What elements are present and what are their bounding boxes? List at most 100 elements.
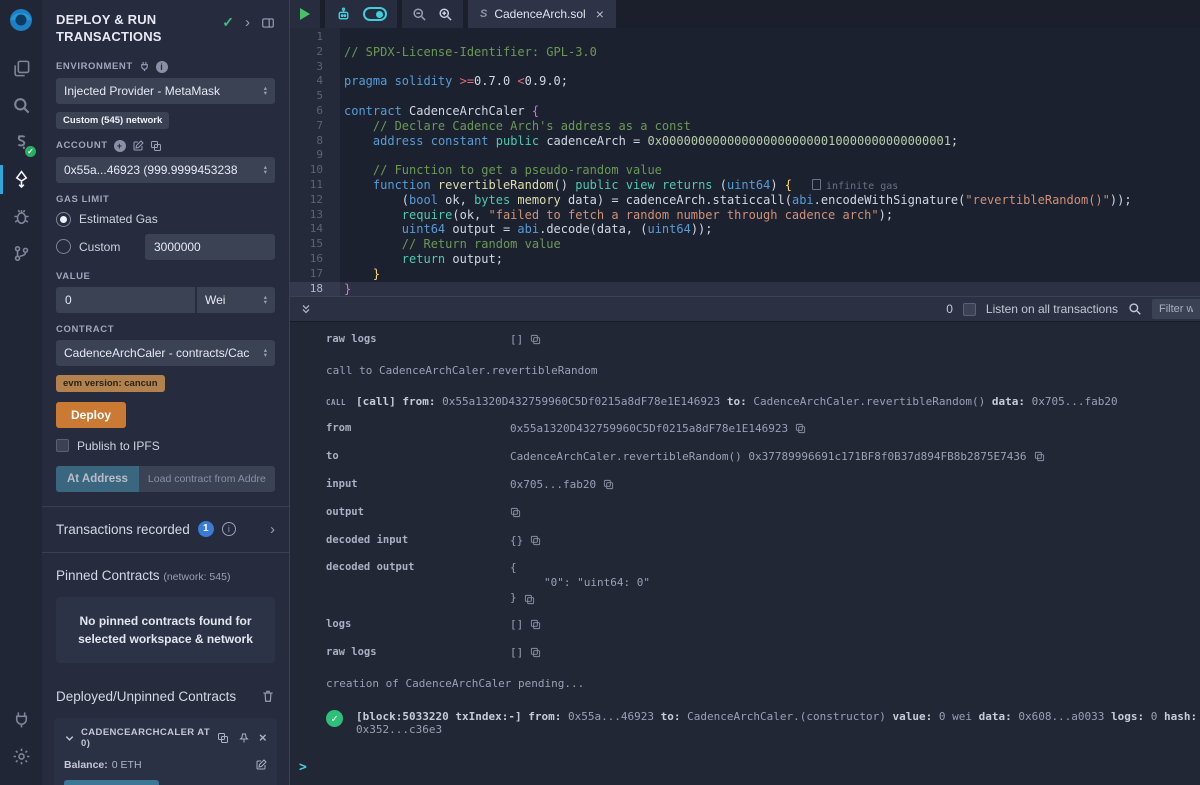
terminal-row-value: 0x705...fab20 bbox=[510, 476, 614, 493]
code-content: (bool ok, bytes memory data) = cadenceAr… bbox=[334, 193, 1132, 208]
run-script-icon[interactable] bbox=[300, 8, 310, 20]
copy-icon[interactable] bbox=[530, 334, 541, 345]
rail-item-plugin-manager-icon[interactable] bbox=[0, 701, 42, 738]
ai-copilot-robot-icon[interactable] bbox=[335, 6, 352, 23]
terminal-row-value bbox=[510, 504, 521, 518]
at-address-button[interactable]: At Address bbox=[56, 466, 139, 492]
line-number: 15 bbox=[290, 237, 334, 252]
code-line-13: 13 require(ok, "failed to fetch a random… bbox=[290, 208, 1200, 223]
copy-icon[interactable] bbox=[524, 594, 535, 605]
close-tab-icon[interactable]: × bbox=[596, 6, 604, 22]
remix-logo-icon[interactable] bbox=[6, 6, 36, 36]
copy-address-icon[interactable] bbox=[217, 732, 229, 744]
code-line-14: 14 uint64 output = abi.decode(data, (uin… bbox=[290, 222, 1200, 237]
copy-icon[interactable] bbox=[530, 619, 541, 630]
rail-item-search-icon[interactable] bbox=[0, 87, 42, 124]
copy-icon[interactable] bbox=[1034, 451, 1045, 462]
custom-gas-radio[interactable] bbox=[56, 239, 71, 254]
panel-forward-icon[interactable]: › bbox=[245, 17, 250, 29]
code-content: uint64 output = abi.decode(data, (uint64… bbox=[334, 222, 713, 237]
code-line-7: 7 // Declare Cadence Arch's address as a… bbox=[290, 119, 1200, 134]
value-input[interactable] bbox=[56, 287, 195, 313]
contract-function-button-cadencearch[interactable]: cadenceArch bbox=[64, 780, 159, 785]
rail-item-debugger-icon[interactable] bbox=[0, 198, 42, 235]
rail-item-git-branch-icon[interactable] bbox=[0, 235, 42, 272]
rail-item-file-explorer-icon[interactable] bbox=[0, 50, 42, 87]
value-unit-select[interactable]: Wei ▴▾ bbox=[197, 287, 275, 313]
copy-icon[interactable] bbox=[603, 479, 614, 490]
file-explorer-icon bbox=[12, 59, 31, 78]
tab-cadencearch-sol[interactable]: S CadenceArch.sol × bbox=[468, 0, 616, 28]
terminal-kv-row: toCadenceArchCaler.revertibleRandom() 0x… bbox=[290, 448, 1200, 465]
publish-ipfs-checkbox[interactable] bbox=[56, 439, 69, 452]
environment-label: ENVIRONMENT bbox=[56, 61, 133, 72]
terminal-prompt[interactable]: > bbox=[290, 760, 1200, 775]
trash-icon[interactable] bbox=[261, 689, 275, 703]
pin-panel-icon[interactable] bbox=[261, 16, 275, 30]
chevron-down-icon[interactable] bbox=[64, 732, 75, 744]
edit-balance-icon[interactable] bbox=[255, 759, 267, 771]
rail-item-deploy-run-icon[interactable] bbox=[0, 161, 42, 198]
estimated-gas-radio[interactable] bbox=[56, 212, 71, 227]
at-address-input[interactable] bbox=[139, 466, 275, 492]
zoom-in-icon[interactable] bbox=[438, 7, 453, 22]
rail-item-solidity-compiler-icon[interactable]: ✓ bbox=[0, 124, 42, 161]
chevron-right-icon[interactable]: › bbox=[270, 521, 275, 538]
code-editor[interactable]: 12// SPDX-License-Identifier: GPL-3.034p… bbox=[290, 28, 1200, 296]
balance-label: Balance: bbox=[64, 759, 108, 771]
copy-icon[interactable] bbox=[530, 647, 541, 658]
terminal-log: raw logs[]call to CadenceArchCaler.rever… bbox=[290, 322, 1200, 785]
add-account-icon[interactable]: + bbox=[114, 140, 126, 152]
terminal-kv-row: from0x55a1320D432759960C5Df0215a8dF78e1E… bbox=[290, 420, 1200, 437]
transactions-info-icon[interactable]: i bbox=[222, 522, 236, 536]
copy-icon[interactable] bbox=[530, 535, 541, 546]
deploy-button[interactable]: Deploy bbox=[56, 402, 126, 428]
rail-item-settings-icon[interactable] bbox=[0, 738, 42, 775]
code-line-9: 9 bbox=[290, 148, 1200, 163]
terminal-row-value: 0x55a1320D432759960C5Df0215a8dF78e1E1469… bbox=[510, 420, 806, 437]
account-select[interactable]: 0x55a...46923 (999.9999453238 ▴▾ bbox=[56, 157, 275, 183]
terminal-block-row: ✓[block:5033220 txIndex:-] from: 0x55a..… bbox=[290, 710, 1200, 736]
account-label: ACCOUNT bbox=[56, 140, 108, 151]
code-content: // Function to get a pseudo-random value bbox=[334, 163, 662, 178]
transactions-recorded-row[interactable]: Transactions recorded 1 i › bbox=[42, 507, 289, 552]
environment-select[interactable]: Injected Provider - MetaMask ▴▾ bbox=[56, 78, 275, 104]
gas-limit-label: GAS LIMIT bbox=[56, 194, 109, 205]
plug-icon[interactable] bbox=[139, 61, 150, 72]
terminal-row-value: [] bbox=[510, 331, 541, 348]
contract-label: CONTRACT bbox=[56, 324, 114, 335]
code-line-8: 8 address constant public cadenceArch = … bbox=[290, 134, 1200, 149]
terminal-row-value: {} bbox=[510, 532, 541, 549]
copy-icon[interactable] bbox=[510, 507, 521, 518]
sign-message-icon[interactable] bbox=[132, 140, 144, 152]
contract-select[interactable]: CadenceArchCaler - contracts/Cac ▴▾ bbox=[56, 340, 275, 366]
terminal-row-label: input bbox=[326, 476, 510, 493]
listen-transactions-checkbox[interactable] bbox=[963, 303, 976, 316]
copy-account-icon[interactable] bbox=[150, 140, 162, 152]
terminal-filter-input[interactable] bbox=[1152, 299, 1200, 319]
close-contract-icon[interactable]: × bbox=[259, 730, 267, 745]
code-line-6: 6contract CadenceArchCaler { bbox=[290, 104, 1200, 119]
terminal-row-label: raw logs bbox=[326, 331, 510, 348]
debugger-icon bbox=[12, 207, 31, 226]
zoom-out-icon[interactable] bbox=[412, 7, 427, 22]
terminal-row-label: decoded output bbox=[326, 560, 510, 575]
terminal-row-label: raw logs bbox=[326, 644, 510, 661]
custom-gas-input[interactable] bbox=[145, 234, 275, 260]
editor-topbar: S CadenceArch.sol × bbox=[290, 0, 1200, 28]
environment-info-icon[interactable]: i bbox=[156, 61, 168, 73]
settings-icon bbox=[12, 747, 31, 766]
code-content: // Declare Cadence Arch's address as a c… bbox=[334, 119, 691, 134]
terminal-row-label: logs bbox=[326, 616, 510, 633]
pin-contract-icon[interactable] bbox=[238, 732, 250, 744]
collapse-terminal-icon[interactable] bbox=[300, 302, 312, 316]
line-number: 4 bbox=[290, 74, 334, 89]
terminal-search-icon[interactable] bbox=[1128, 302, 1142, 316]
line-number: 8 bbox=[290, 134, 334, 149]
terminal-kv-row: decoded output{"0": "uint64: 0"} bbox=[290, 560, 1200, 605]
panel-title: DEPLOY & RUN TRANSACTIONS bbox=[56, 12, 206, 46]
editor-lines: 12// SPDX-License-Identifier: GPL-3.034p… bbox=[290, 30, 1200, 296]
ai-copilot-toggle[interactable] bbox=[363, 7, 387, 21]
chevron-updown-icon: ▴▾ bbox=[264, 86, 267, 96]
copy-icon[interactable] bbox=[795, 423, 806, 434]
